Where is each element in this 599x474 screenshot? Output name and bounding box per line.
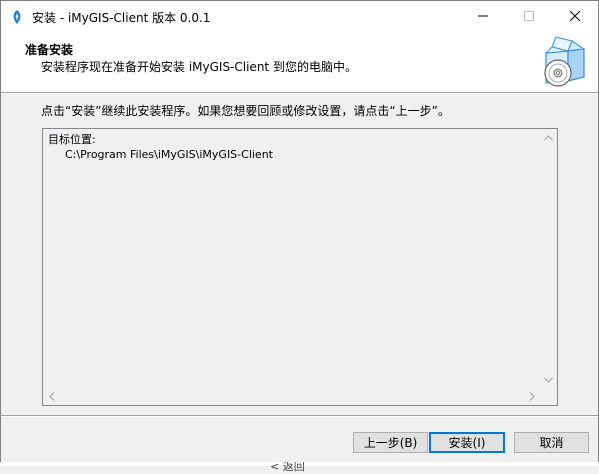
minimize-icon	[478, 10, 488, 24]
vertical-scrollbar[interactable]	[540, 129, 557, 388]
window-title: 安装 - iMyGIS-Client 版本 0.0.1	[32, 11, 211, 25]
close-icon	[569, 10, 581, 24]
scroll-corner	[540, 388, 557, 405]
page-subtitle: 安装程序现在准备开始安装 iMyGIS-Client 到您的电脑中。	[41, 60, 357, 74]
scroll-left-icon[interactable]	[43, 388, 60, 405]
maximize-button[interactable]	[506, 1, 552, 32]
back-button[interactable]: 上一步(B)	[353, 432, 428, 453]
cancel-button[interactable]: 取消	[514, 432, 589, 453]
wizard-header: 准备安装 安装程序现在准备开始安装 iMyGIS-Client 到您的电脑中。	[1, 32, 598, 92]
install-button[interactable]: 安装(I)	[429, 432, 505, 453]
scroll-up-icon[interactable]	[540, 129, 557, 146]
installer-window: 安装 - iMyGIS-Client 版本 0.0.1 准备安装 安装程序现在准…	[0, 0, 599, 463]
minimize-button[interactable]	[460, 1, 506, 32]
header-divider	[1, 92, 598, 94]
footer-divider	[1, 415, 598, 417]
ready-memo[interactable]: 目标位置: C:\Program Files\iMyGIS\iMyGIS-Cli…	[42, 128, 558, 406]
memo-destination-path: C:\Program Files\iMyGIS\iMyGIS-Client	[65, 148, 273, 161]
memo-content: 目标位置: C:\Program Files\iMyGIS\iMyGIS-Cli…	[48, 132, 273, 162]
page-title: 准备安装	[25, 43, 74, 57]
title-bar[interactable]: 安装 - iMyGIS-Client 版本 0.0.1	[1, 1, 598, 32]
memo-destination-label: 目标位置:	[48, 133, 96, 146]
instruction-text: 点击“安装”继续此安装程序。如果您想要回顾或修改设置，请点击“上一步”。	[41, 104, 450, 118]
app-logo-icon	[9, 9, 25, 25]
scroll-right-icon[interactable]	[523, 388, 540, 405]
horizontal-scrollbar[interactable]	[43, 388, 540, 405]
maximize-icon	[524, 10, 534, 24]
installer-box-cd-icon	[538, 35, 588, 89]
scroll-down-icon[interactable]	[540, 371, 557, 388]
close-button[interactable]	[552, 1, 598, 32]
